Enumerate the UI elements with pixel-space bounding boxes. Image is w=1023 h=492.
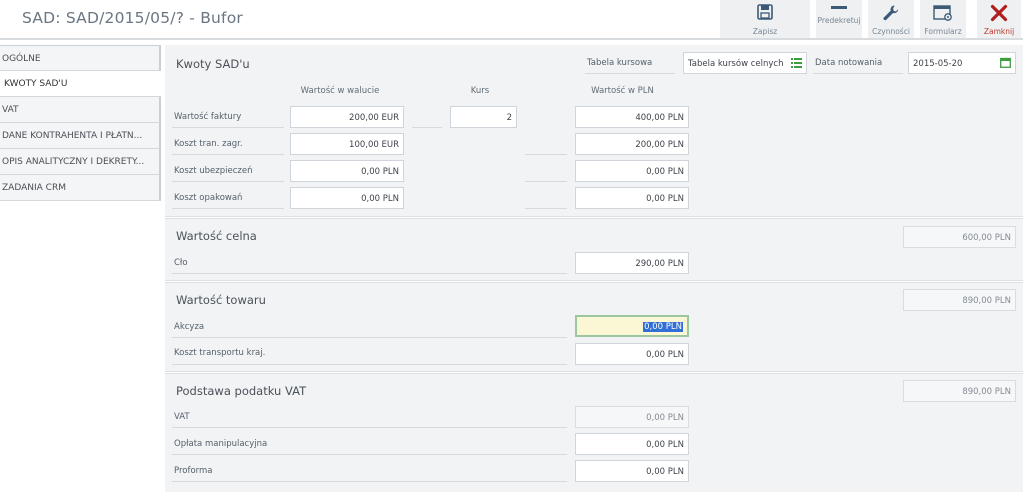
wrench-icon: [868, 4, 914, 22]
packaging-currency-field[interactable]: 0,00 PLN: [290, 187, 404, 209]
domestic-transport-cost-label: Koszt transportu kraj.: [174, 348, 266, 358]
sidebar: OGÓLNE KWOTY SAD'U VAT DANE KONTRAHENTA …: [0, 45, 161, 201]
section-title-sad-amounts: Kwoty SAD'u: [176, 57, 250, 71]
form-window-icon: [920, 4, 966, 22]
proforma-label: Proforma: [174, 466, 213, 476]
list-icon[interactable]: [791, 58, 802, 71]
close-icon: [977, 4, 1021, 22]
handling-fee-field[interactable]: 0,00 PLN: [575, 433, 689, 455]
section-divider: [165, 371, 1023, 374]
quote-date-value: 2015-05-20: [913, 59, 963, 69]
domestic-transport-field[interactable]: 0,00 PLN: [575, 343, 689, 365]
sidebar-item-general[interactable]: OGÓLNE: [0, 45, 161, 71]
underline: [525, 154, 567, 155]
excise-value: 0,00 PLN: [643, 322, 683, 332]
underline: [525, 208, 567, 209]
form-button-label: Formularz: [924, 27, 962, 36]
column-header-pln-value: Wartość w PLN: [591, 86, 654, 96]
underline: [412, 127, 442, 128]
underline: [172, 154, 284, 155]
vat-base-total: 890,00 PLN: [903, 380, 1016, 402]
save-button[interactable]: Zapisz: [720, 0, 810, 38]
section-title-customs-value: Wartość celna: [176, 229, 257, 243]
vat-label: VAT: [174, 412, 190, 422]
section-title-goods-value: Wartość towaru: [176, 293, 266, 307]
floppy-disk-icon: [720, 4, 810, 22]
underline: [172, 454, 567, 455]
underline: [813, 73, 903, 74]
proforma-field[interactable]: 0,00 PLN: [575, 460, 689, 482]
underline: [172, 273, 567, 274]
form-button[interactable]: Formularz: [920, 0, 966, 38]
underline: [172, 427, 567, 428]
column-header-currency-value: Wartość w walucie: [300, 86, 380, 96]
column-header-rate: Kurs: [470, 86, 490, 96]
underline: [585, 73, 675, 74]
insurance-currency-field[interactable]: 0,00 PLN: [290, 160, 404, 182]
vat-field: 0,00 PLN: [575, 406, 689, 428]
packaging-cost-label: Koszt opakowań: [174, 193, 243, 203]
underline: [172, 181, 284, 182]
window-header: SAD: SAD/2015/05/? - Bufor Zapisz Predek…: [0, 0, 1023, 40]
underline: [172, 364, 567, 365]
underline: [172, 337, 567, 338]
invoice-value-pln-field[interactable]: 400,00 PLN: [575, 106, 689, 128]
calendar-icon[interactable]: [1000, 57, 1011, 71]
sidebar-item-sad-amounts[interactable]: KWOTY SAD'U: [0, 71, 161, 97]
packaging-pln-field[interactable]: 0,00 PLN: [575, 187, 689, 209]
foreign-transport-currency-field[interactable]: 100,00 EUR: [290, 133, 404, 155]
underline: [172, 481, 567, 482]
excise-field[interactable]: 0,00 PLN: [575, 315, 689, 337]
underline: [525, 181, 567, 182]
section-title-vat-base: Podstawa podatku VAT: [176, 384, 307, 398]
section-divider: [165, 216, 1023, 219]
predecree-button[interactable]: Predekretuj: [816, 0, 862, 38]
save-button-label: Zapisz: [752, 27, 778, 36]
close-button-label: Zamknij: [983, 27, 1015, 36]
rate-table-value: Tabela kursów celnych: [688, 59, 784, 69]
invoice-value-label: Wartość faktury: [174, 112, 242, 122]
invoice-rate-field[interactable]: 2: [450, 106, 517, 128]
predecree-button-label: Predekretuj: [817, 16, 861, 25]
sidebar-item-crm-tasks[interactable]: ZADANIA CRM: [0, 175, 161, 201]
handling-fee-label: Opłata manipulacyjna: [174, 439, 268, 449]
insurance-cost-label: Koszt ubezpieczeń: [174, 166, 253, 176]
excise-label: Akcyza: [174, 322, 205, 332]
section-divider: [165, 280, 1023, 283]
sidebar-item-analytic-description[interactable]: OPIS ANALITYCZNY I DEKRETY...: [0, 149, 161, 175]
close-button[interactable]: Zamknij: [977, 0, 1021, 38]
foreign-transport-cost-label: Koszt tran. zagr.: [174, 139, 243, 149]
underline: [172, 127, 284, 128]
goods-value-total: 890,00 PLN: [903, 289, 1016, 311]
invoice-value-currency-field[interactable]: 200,00 EUR: [290, 106, 404, 128]
sidebar-item-contractor-data[interactable]: DANE KONTRAHENTA I PŁATN...: [0, 123, 161, 149]
duty-label: Cło: [174, 258, 188, 268]
foreign-transport-pln-field[interactable]: 200,00 PLN: [575, 133, 689, 155]
rate-table-label: Tabela kursowa: [587, 58, 653, 68]
underline: [172, 208, 284, 209]
customs-value-total: 600,00 PLN: [903, 226, 1016, 248]
actions-button-label: Czynności: [872, 27, 910, 36]
quote-date-input[interactable]: 2015-05-20: [908, 52, 1016, 74]
duty-field[interactable]: 290,00 PLN: [575, 252, 689, 274]
insurance-pln-field[interactable]: 0,00 PLN: [575, 160, 689, 182]
actions-button[interactable]: Czynności: [868, 0, 914, 38]
rate-table-select[interactable]: Tabela kursów celnych: [683, 52, 807, 74]
window-title: SAD: SAD/2015/05/? - Bufor: [22, 9, 243, 27]
sidebar-item-vat[interactable]: VAT: [0, 97, 161, 123]
quote-date-label: Data notowania: [815, 58, 883, 68]
